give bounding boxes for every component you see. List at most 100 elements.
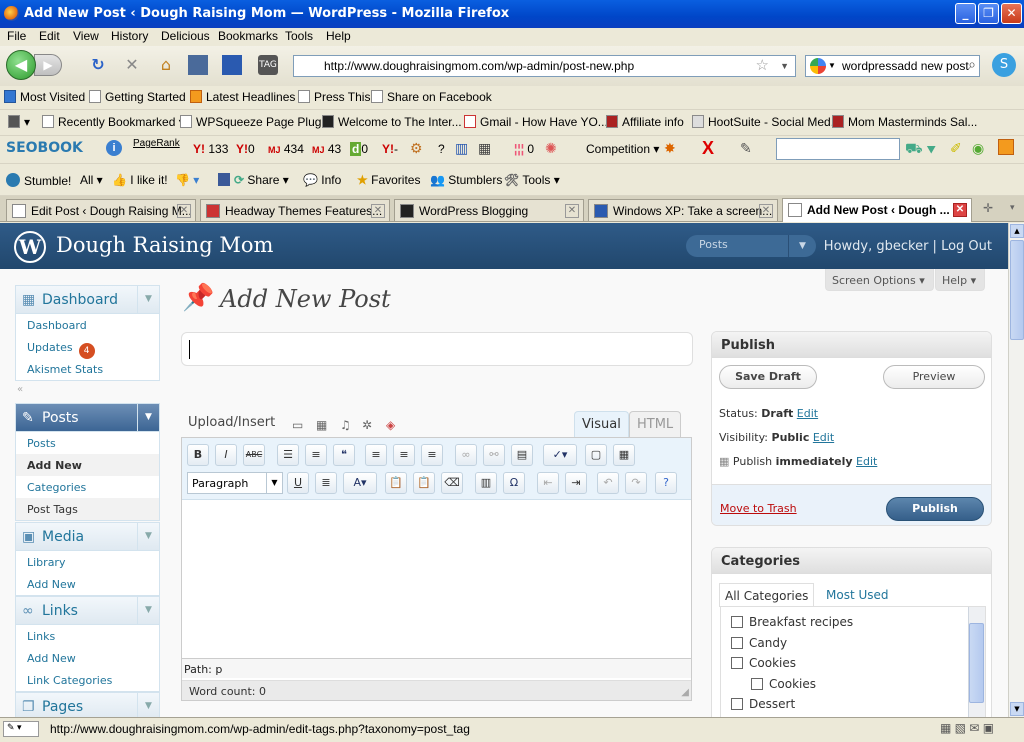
- chart-icon[interactable]: ▥: [455, 140, 468, 157]
- stumblers-button[interactable]: 👥 Stumblers: [430, 173, 502, 187]
- menu-bookmarks[interactable]: Bookmarks: [218, 29, 278, 43]
- stumble-button[interactable]: Stumble!: [6, 173, 71, 188]
- screenshot-icon[interactable]: [188, 55, 208, 75]
- fullscreen-icon[interactable]: ▢: [585, 444, 607, 466]
- info-icon[interactable]: i: [106, 140, 122, 156]
- maximize-button[interactable]: ❐: [978, 3, 999, 24]
- edit-visibility-link[interactable]: Edit: [813, 431, 834, 444]
- align-right-icon[interactable]: ≡: [421, 444, 443, 466]
- bold-icon[interactable]: B: [187, 444, 209, 466]
- menu-posts-tags[interactable]: Post Tags: [16, 498, 159, 520]
- menu-edit[interactable]: Edit: [39, 29, 60, 43]
- menu-link-categories[interactable]: Link Categories: [16, 669, 159, 691]
- tag-icon[interactable]: TAG: [258, 55, 278, 75]
- user-greeting[interactable]: Howdy, gbecker | Log Out: [824, 239, 992, 254]
- bookmark-recently-bookmarked[interactable]: Recently Bookmarked ▾: [42, 115, 185, 129]
- tab-windows-xp[interactable]: Windows XP: Take a screen... ✕: [588, 199, 778, 221]
- menu-posts-categories[interactable]: Categories: [16, 476, 159, 498]
- home-icon[interactable]: ⌂: [156, 55, 176, 75]
- page-scrollbar[interactable]: ▲ ▼: [1008, 223, 1024, 717]
- move-to-trash-link[interactable]: Move to Trash: [720, 502, 797, 515]
- dislike-icon[interactable]: 👎 ▾: [175, 173, 199, 187]
- tab-headway[interactable]: Headway Themes Features... ✕: [200, 199, 390, 221]
- car-icon[interactable]: ⛟ ▾: [905, 140, 936, 159]
- paste-word-icon[interactable]: 📋: [413, 472, 435, 494]
- notes-icon[interactable]: ✎: [740, 140, 752, 157]
- archive-icon[interactable]: ▦: [478, 140, 491, 157]
- compete-count[interactable]: ¦¦¦ 0: [514, 142, 534, 156]
- yahoo-pages-count[interactable]: Y!0: [236, 142, 255, 156]
- skype-icon[interactable]: S: [992, 53, 1016, 77]
- menu-links-head[interactable]: ∞ Links ▼: [16, 597, 159, 625]
- post-title-input[interactable]: [181, 332, 693, 366]
- bookmark-latest-headlines[interactable]: Latest Headlines: [190, 90, 295, 104]
- tab-all-categories[interactable]: All Categories: [719, 583, 815, 607]
- new-tab-icon[interactable]: ✛: [983, 201, 993, 215]
- add-image-icon[interactable]: ▭: [292, 418, 303, 432]
- kitchen-sink-icon[interactable]: ▦: [613, 444, 635, 466]
- tab-wordpress-blogging[interactable]: WordPress Blogging ✕: [394, 199, 584, 221]
- align-center-icon[interactable]: ≡: [393, 444, 415, 466]
- tab-close-icon[interactable]: ✕: [371, 204, 385, 218]
- help-query[interactable]: ?: [438, 142, 445, 156]
- menu-links-all[interactable]: Links: [16, 625, 159, 647]
- text-color-icon[interactable]: A▾: [343, 472, 377, 494]
- numbered-list-icon[interactable]: ≡: [305, 444, 327, 466]
- paste-text-icon[interactable]: 📋: [385, 472, 407, 494]
- tab-close-icon[interactable]: ✕: [759, 204, 773, 218]
- indent-icon[interactable]: ⇥: [565, 472, 587, 494]
- stumble-tools-dropdown[interactable]: 🛠 Tools ▾: [504, 173, 560, 187]
- url-bar[interactable]: http://www.doughraisingmom.com/wp-admin/…: [293, 55, 796, 77]
- stumble-all-dropdown[interactable]: All ▾: [80, 173, 103, 187]
- stumble-share-button[interactable]: ⟳ Share ▾: [218, 173, 289, 187]
- strikethrough-icon[interactable]: ABC: [243, 444, 265, 466]
- underline-icon[interactable]: U: [287, 472, 309, 494]
- menu-media-library[interactable]: Library: [16, 551, 159, 573]
- unlink-icon[interactable]: ⚯: [483, 444, 505, 466]
- site-name[interactable]: Dough Raising Mom: [56, 233, 273, 257]
- yahoo-directory[interactable]: Y!-: [382, 142, 398, 156]
- undo-icon[interactable]: ↶: [597, 472, 619, 494]
- bookmark-gmail[interactable]: Gmail - How Have YO...: [464, 115, 608, 129]
- reload-icon[interactable]: ↻: [88, 55, 108, 75]
- menu-media-head[interactable]: ▣ Media ▼: [16, 523, 159, 551]
- collapse-menu-icon[interactable]: «: [17, 384, 23, 395]
- wordpress-logo-icon[interactable]: W: [14, 231, 46, 263]
- spy-icon[interactable]: ✸: [664, 140, 676, 157]
- menu-help[interactable]: Help: [326, 29, 351, 43]
- tab-add-new-post[interactable]: Add New Post ‹ Dough ... ✕: [782, 198, 972, 222]
- menu-links-add-new[interactable]: Add New: [16, 647, 159, 669]
- close-button[interactable]: ✕: [1001, 3, 1022, 24]
- bookmark-hootsuite[interactable]: HootSuite - Social Med...: [692, 115, 841, 129]
- search-input[interactable]: ▼ wordpressadd new post: [805, 55, 980, 77]
- majestic-count-1[interactable]: MJ 434: [268, 142, 304, 156]
- category-item[interactable]: Breakfast recipes: [731, 615, 853, 629]
- bookmark-panel-icon[interactable]: [222, 55, 242, 75]
- minimize-button[interactable]: _: [955, 3, 976, 24]
- star-icon[interactable]: ☆: [756, 56, 769, 76]
- format-select[interactable]: Paragraph ▼: [187, 472, 283, 494]
- tab-close-icon[interactable]: ✕: [953, 203, 967, 217]
- menu-delicious[interactable]: Delicious: [161, 29, 210, 43]
- edit-schedule-link[interactable]: Edit: [856, 455, 877, 468]
- add-audio-icon[interactable]: ♫: [340, 418, 351, 432]
- italic-icon[interactable]: I: [215, 444, 237, 466]
- tab-close-icon[interactable]: ✕: [565, 204, 579, 218]
- category-item[interactable]: Cookies: [751, 677, 816, 691]
- menu-media-add-new[interactable]: Add New: [16, 573, 159, 595]
- save-draft-button[interactable]: Save Draft: [719, 365, 817, 389]
- menu-pages-head[interactable]: ❐ Pages ▼: [16, 693, 159, 717]
- status-menu-icon[interactable]: ✎ ▾: [3, 721, 39, 737]
- justify-icon[interactable]: ≣: [315, 472, 337, 494]
- favorite-actions-dropdown[interactable]: Posts ▼: [686, 235, 816, 257]
- tab-close-icon[interactable]: ✕: [177, 204, 191, 218]
- preview-button[interactable]: Preview: [883, 365, 985, 389]
- menu-dashboard-head[interactable]: ▦ Dashboard ▼: [16, 286, 159, 314]
- pagerank-meter[interactable]: PageRank: [133, 138, 180, 149]
- bookmark-press-this[interactable]: Press This: [298, 90, 370, 104]
- bookmark-share-facebook[interactable]: Share on Facebook: [371, 90, 492, 104]
- tab-list-icon[interactable]: ▾: [1010, 202, 1015, 213]
- gear-icon[interactable]: ⚙: [410, 140, 423, 157]
- bookmark-affiliate-info[interactable]: Affiliate info: [606, 115, 684, 129]
- menu-dashboard-home[interactable]: Dashboard: [16, 314, 159, 336]
